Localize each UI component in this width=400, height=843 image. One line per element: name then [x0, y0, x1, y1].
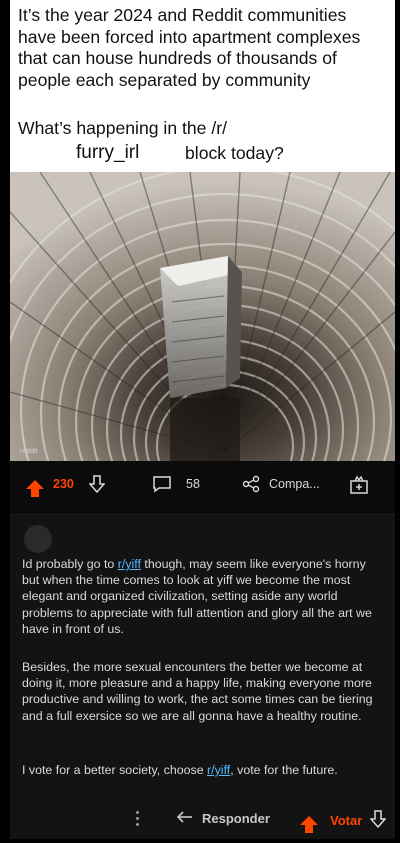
meme-line: have been forced into apartment complexe… [18, 26, 361, 47]
post-score: 230 [53, 477, 74, 491]
reply-label: Responder [202, 811, 270, 826]
reply-button[interactable]: Responder [176, 810, 270, 827]
building-photo [10, 172, 395, 461]
meme-question: What’s happening in the /r/ [18, 118, 227, 138]
comment-text: , vote for the future. [230, 763, 338, 777]
comment-text: Id probably go to [22, 557, 118, 571]
meme-line: that can house hundreds of thousands of [18, 48, 337, 68]
comment-paragraph-3: I vote for a better society, choose r/yi… [22, 762, 386, 778]
comment-paragraph-1: Id probably go to r/yiff though, may see… [22, 556, 386, 637]
comment-footer: Responder Votar [10, 805, 395, 833]
upvote-icon [26, 479, 44, 497]
reply-icon [176, 810, 194, 827]
comments-button[interactable]: 58 [152, 475, 200, 493]
comment-text: I vote for a better society, choose [22, 763, 208, 777]
comment-icon [152, 475, 172, 493]
downvote-button[interactable] [89, 475, 105, 493]
meme-caption: It’s the year 2024 and Reddit communitie… [18, 5, 390, 91]
comment-card: Id probably go to r/yiff though, may see… [10, 514, 395, 839]
subreddit-link[interactable]: r/yiff [118, 557, 141, 571]
avatar[interactable] [24, 525, 52, 553]
downvote-icon [89, 475, 105, 493]
award-button[interactable] [349, 475, 369, 495]
award-icon [349, 475, 369, 495]
comment-upvote-icon[interactable] [300, 816, 318, 833]
share-label: Compa... [269, 477, 320, 491]
meme-image[interactable]: It’s the year 2024 and Reddit communitie… [10, 0, 395, 461]
post-action-bar: 230 58 Compa... [10, 461, 395, 514]
comment-paragraph-2: Besides, the more sexual encounters the … [22, 660, 373, 723]
meme-question-end: block today? [185, 143, 284, 163]
subreddit-link[interactable]: r/yiff [207, 763, 230, 777]
meme-line: people each separated by community [18, 69, 311, 90]
comment-vote: Votar [300, 810, 387, 833]
share-button[interactable]: Compa... [242, 475, 320, 493]
share-icon [242, 475, 260, 493]
more-options-icon[interactable] [136, 811, 140, 827]
meme-subreddit: furry_irl [76, 142, 140, 163]
upvote-button[interactable]: 230 [26, 477, 74, 497]
vote-label: Votar [330, 813, 363, 828]
meme-line: It’s the year 2024 and Reddit communitie… [18, 5, 347, 25]
watermark: reddit [20, 448, 38, 455]
comment-downvote-icon[interactable] [369, 810, 387, 831]
comment-count: 58 [186, 477, 200, 491]
